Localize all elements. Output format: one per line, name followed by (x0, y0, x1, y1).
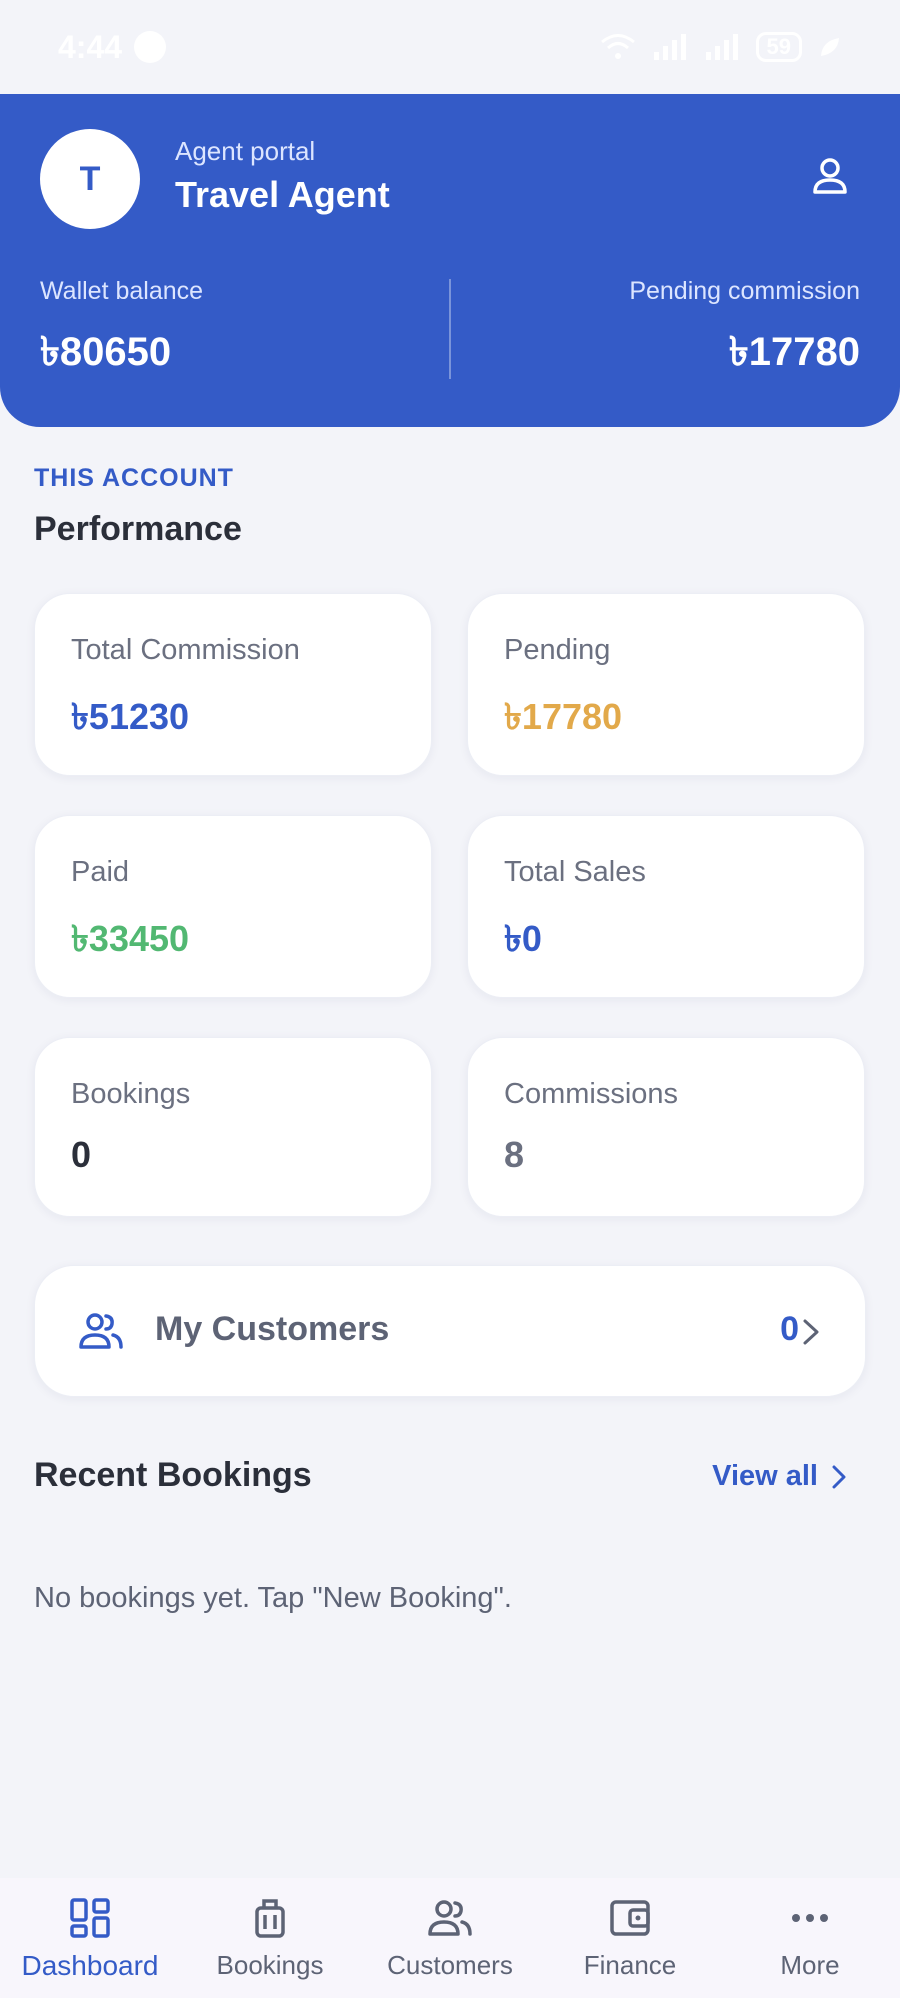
stat-label: Bookings (71, 1078, 191, 1110)
stat-value: ৳17780 (504, 696, 623, 737)
my-customers-row[interactable]: My Customers 0 (34, 1265, 866, 1397)
nav-dashboard[interactable]: Dashboard (0, 1878, 180, 1998)
avatar[interactable]: T (40, 129, 140, 229)
stat-label: Paid (71, 856, 130, 888)
chevron-right-icon (803, 1319, 819, 1345)
stat-card-paid[interactable]: Paid ৳33450 (34, 815, 432, 998)
profile-button[interactable] (810, 156, 850, 196)
bottom-navigation: Dashboard Bookings Customers Finance Mor… (0, 1878, 900, 1998)
wallet-balance-value: ৳80650 (40, 330, 172, 374)
dashboard-icon (68, 1896, 112, 1940)
facebook-icon (134, 31, 167, 63)
wallet-icon (608, 1896, 652, 1940)
status-left: 4:44 (58, 28, 167, 66)
more-icon (788, 1896, 832, 1940)
wallet-balance-label: Wallet balance (40, 277, 204, 305)
nav-label: Dashboard (21, 1950, 159, 1981)
stat-value: ৳51230 (71, 696, 190, 737)
stat-card-total-commission[interactable]: Total Commission ৳51230 (34, 593, 432, 776)
stat-label: Pending (504, 634, 611, 666)
stat-card-bookings[interactable]: Bookings 0 (34, 1037, 432, 1217)
pending-commission-label: Pending commission (629, 277, 860, 305)
nav-label: Bookings (216, 1950, 324, 1980)
status-bar: 4:44 59 (0, 0, 900, 94)
stat-label: Total Commission (71, 634, 300, 666)
signal-icon (652, 32, 688, 62)
nav-finance[interactable]: Finance (540, 1878, 720, 1998)
users-icon (428, 1896, 472, 1940)
battery-icon: 59 (755, 32, 802, 62)
empty-bookings-message: No bookings yet. Tap "New Booking". (34, 1582, 512, 1614)
nav-customers[interactable]: Customers (360, 1878, 540, 1998)
nav-label: Finance (583, 1950, 677, 1980)
nav-label: Customers (387, 1950, 513, 1980)
stat-card-pending[interactable]: Pending ৳17780 (467, 593, 865, 776)
stat-card-commissions[interactable]: Commissions 8 (467, 1037, 865, 1217)
agent-header: T Agent portal Travel Agent Wallet balan… (0, 94, 900, 427)
stat-label: Total Sales (504, 856, 646, 888)
view-all-label: View all (712, 1460, 818, 1492)
status-right: 59 (600, 32, 842, 62)
my-customers-label: My Customers (155, 1310, 390, 1348)
nav-bookings[interactable]: Bookings (180, 1878, 360, 1998)
nav-label: More (780, 1950, 840, 1980)
wifi-icon (600, 32, 636, 62)
signal-icon (704, 32, 740, 62)
stat-value: ৳33450 (71, 918, 190, 959)
my-customers-count: 0 (780, 1310, 799, 1348)
stat-value: ৳0 (504, 918, 542, 959)
stat-label: Commissions (504, 1078, 679, 1110)
recent-bookings-title: Recent Bookings (34, 1456, 312, 1494)
section-eyebrow: THIS ACCOUNT (34, 464, 234, 492)
performance-title: Performance (34, 510, 242, 548)
leaf-icon (818, 35, 842, 59)
stat-card-total-sales[interactable]: Total Sales ৳0 (467, 815, 865, 998)
nav-more[interactable]: More (720, 1878, 900, 1998)
pending-commission-value: ৳17780 (728, 330, 860, 374)
view-all-link[interactable]: View all (712, 1460, 846, 1493)
header-divider (449, 279, 451, 379)
chevron-right-icon (832, 1465, 846, 1488)
luggage-icon (248, 1896, 292, 1940)
user-icon (813, 158, 847, 194)
portal-label: Agent portal (175, 136, 316, 166)
stat-value: 8 (504, 1134, 525, 1175)
status-time: 4:44 (58, 28, 123, 65)
users-icon (79, 1313, 123, 1349)
stat-value: 0 (71, 1134, 92, 1175)
agent-name: Travel Agent (175, 174, 390, 215)
